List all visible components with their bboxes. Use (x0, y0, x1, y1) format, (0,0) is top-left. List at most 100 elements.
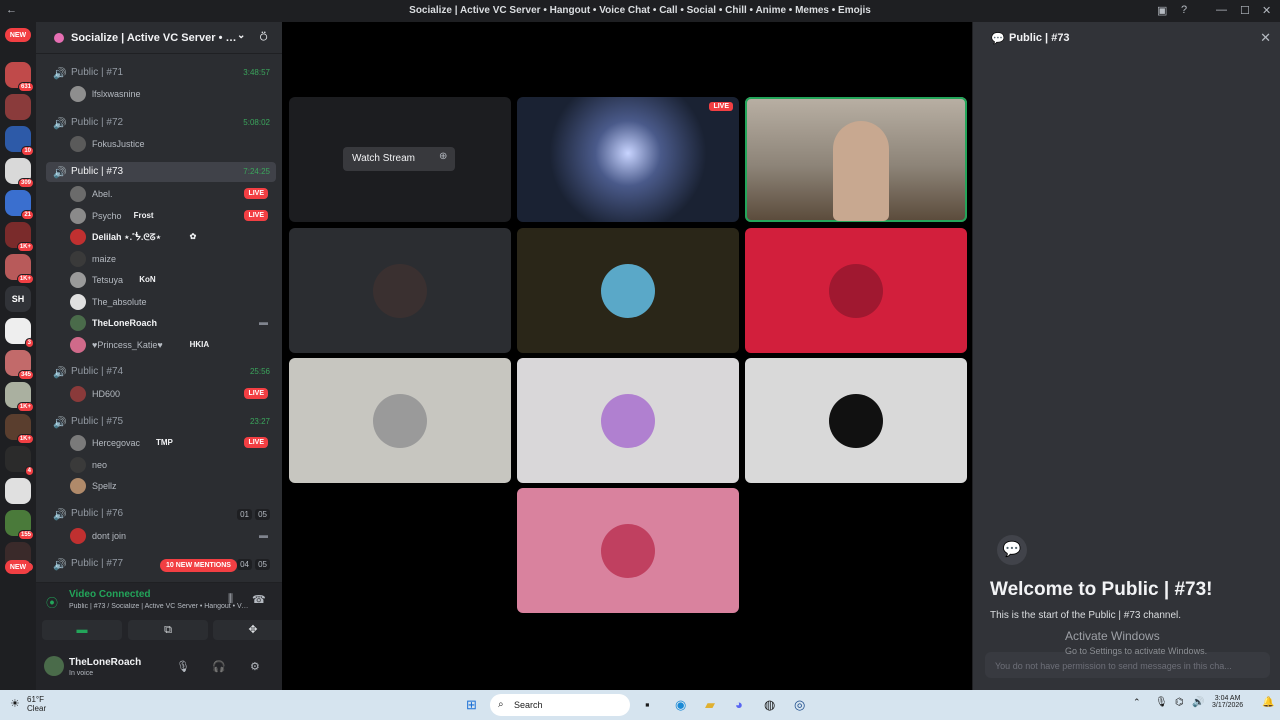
server-icon[interactable]: 1K+ (5, 222, 34, 252)
server-icon[interactable]: 1K+ (5, 414, 34, 444)
voice-channel[interactable]: 🔊 Public | #73 7:24:25 (46, 162, 276, 182)
taskbar-clock[interactable]: 3:04 AM 3/17/2026 (1212, 695, 1243, 709)
voice-location[interactable]: Public | #73 / Socialize | Active VC Ser… (69, 603, 251, 610)
microphone-tray-icon[interactable]: 🎙 (1155, 697, 1168, 708)
server-icon[interactable]: 345 (5, 350, 34, 380)
voice-user-name: ♥Princess_Katie♥ (92, 339, 163, 350)
new-unreads-badge[interactable]: NEW (5, 28, 31, 42)
voice-user[interactable]: Tetsuya KoN (70, 270, 276, 290)
voice-user[interactable]: dont join ▬ (70, 526, 276, 546)
server-icon[interactable]: 21 (5, 190, 34, 220)
task-view-icon[interactable]: ▪ (645, 697, 650, 712)
close-window-icon[interactable]: ✕ (1262, 4, 1271, 17)
participant-tile[interactable] (745, 228, 967, 353)
gear-icon[interactable]: ⚙ (250, 660, 260, 673)
help-icon[interactable]: ? (1181, 4, 1187, 16)
disconnect-icon[interactable]: ☎ (252, 593, 266, 606)
voice-user[interactable]: ♥Princess_Katie♥ HKIA (70, 335, 276, 355)
share-screen-button[interactable]: ⧉ (128, 620, 208, 640)
server-icon[interactable]: 309 (5, 158, 34, 188)
obs-icon[interactable]: ◍ (764, 697, 775, 713)
voice-user[interactable]: neo (70, 455, 276, 475)
clock-time: 3:04 AM (1214, 695, 1241, 702)
noise-suppression-icon[interactable]: ⫼ (228, 593, 233, 606)
live-stream-tile[interactable]: LIVE (517, 97, 739, 222)
new-unreads-badge[interactable]: NEW (5, 560, 31, 574)
participant-tile[interactable] (517, 488, 739, 613)
voice-channel[interactable]: 🔊 Public | #71 3:48:57 (46, 63, 276, 83)
headphones-icon[interactable]: 🎧 (212, 660, 226, 673)
camera-button[interactable]: ▬ (42, 620, 122, 640)
mention-badge: 631 (17, 82, 34, 92)
server-icon[interactable]: 3 (5, 318, 34, 348)
server-boost-icon (54, 33, 64, 43)
speaker-icon: 🔊 (53, 417, 67, 429)
start-icon[interactable]: ⊞ (466, 697, 477, 713)
discord-icon[interactable]: ◕ (735, 697, 743, 712)
steam-icon[interactable]: ◎ (794, 697, 805, 713)
close-icon[interactable]: ✕ (1260, 30, 1271, 46)
participant-tile[interactable] (517, 228, 739, 353)
voice-channel-name: Public | #73 (71, 166, 124, 177)
participant-tile[interactable] (745, 358, 967, 483)
network-icon[interactable]: ⌬ (1175, 697, 1184, 708)
taskbar-search[interactable]: ⌕ Search (490, 694, 630, 716)
mention-badge: 4 (24, 466, 34, 476)
file-explorer-icon[interactable]: ▰ (705, 697, 715, 713)
voice-user[interactable]: TheLoneRoach ▬ (70, 313, 276, 333)
signal-icon[interactable]: ⦿ (46, 594, 58, 611)
server-icon[interactable]: 1K+ (5, 254, 34, 284)
server-header[interactable]: Socialize | Active VC Server • Hangout •… (36, 22, 282, 54)
participant-tile[interactable] (289, 228, 511, 353)
voice-user[interactable]: Abel. LIVE (70, 184, 276, 204)
avatar[interactable] (44, 656, 64, 676)
voice-user[interactable]: HD600 LIVE (70, 384, 276, 404)
minimize-icon[interactable]: — (1216, 4, 1227, 16)
user-name[interactable]: TheLoneRoach (69, 657, 141, 668)
server-icon[interactable]: 631 (5, 62, 34, 92)
microphone-icon[interactable]: 🎙 (176, 660, 190, 673)
windows-taskbar: ☀ 61°F Clear ⊞ ⌕ Search ▪ ◉ ▰ ◕ ◍ ◎ ⌃ 🎙 … (0, 690, 1280, 720)
voice-user[interactable]: The_absolute (70, 292, 276, 312)
activities-button[interactable]: ✥ (213, 620, 282, 640)
server-icon[interactable] (5, 478, 31, 504)
voice-channel[interactable]: 🔊 Public | #72 5:08:02 (46, 113, 276, 133)
server-icon[interactable]: 10 (5, 126, 34, 156)
voice-channel[interactable]: 🔊 Public | #76 01 05 (46, 504, 276, 524)
server-icon[interactable]: SH (5, 286, 31, 312)
voice-user[interactable]: Psycho Frost LIVE (70, 206, 276, 226)
voice-user[interactable]: maize (70, 249, 276, 269)
voice-user[interactable]: Spellz (70, 476, 276, 496)
voice-user[interactable]: lfslxwasnine (70, 84, 276, 104)
window-title: Socialize | Active VC Server • Hangout •… (409, 5, 871, 16)
participant-tile[interactable] (289, 358, 511, 483)
voice-user[interactable]: FokusJustice (70, 134, 276, 154)
notification-icon[interactable]: 🔔 (1262, 697, 1274, 708)
popout-icon[interactable]: ⊕ (439, 151, 447, 162)
maximize-icon[interactable]: ☐ (1240, 4, 1250, 17)
participant-tile[interactable] (517, 358, 739, 483)
voice-user[interactable]: Delilah ⋆.˚ᖭ.ᘓᘔ⋆ ✿ (70, 227, 276, 247)
live-badge: LIVE (244, 388, 268, 399)
edge-icon[interactable]: ◉ (675, 697, 686, 713)
server-icon[interactable]: 4 (5, 446, 34, 476)
voice-user[interactable]: Hercegovac TMP LIVE (70, 433, 276, 453)
server-icon[interactable]: 1K+ (5, 382, 34, 412)
voice-channel[interactable]: 🔊 Public | #77 04 05 (46, 554, 276, 574)
camera-tile[interactable] (745, 97, 967, 222)
volume-icon[interactable]: 🔊 (1192, 697, 1204, 708)
server-icon[interactable] (5, 94, 31, 120)
chevron-down-icon[interactable]: ⌄ (237, 30, 245, 41)
invite-people-icon[interactable]: ⍥ (260, 30, 267, 45)
voice-channel[interactable]: 🔊 Public | #74 25:56 (46, 362, 276, 382)
channel-timer: 23:27 (249, 417, 270, 426)
chevron-up-icon[interactable]: ⌃ (1133, 697, 1141, 708)
server-icon[interactable]: 155 (5, 510, 34, 540)
weather-icon[interactable]: ☀ (10, 697, 20, 710)
stream-tile[interactable]: Watch Stream ⊕ (289, 97, 511, 222)
mention-badge: 21 (21, 210, 34, 220)
voice-status[interactable]: Video Connected (69, 589, 151, 600)
weather-widget[interactable]: 61°F Clear (27, 695, 46, 713)
voice-channel[interactable]: 🔊 Public | #75 23:27 (46, 412, 276, 432)
inbox-icon[interactable]: ▣ (1157, 4, 1167, 17)
